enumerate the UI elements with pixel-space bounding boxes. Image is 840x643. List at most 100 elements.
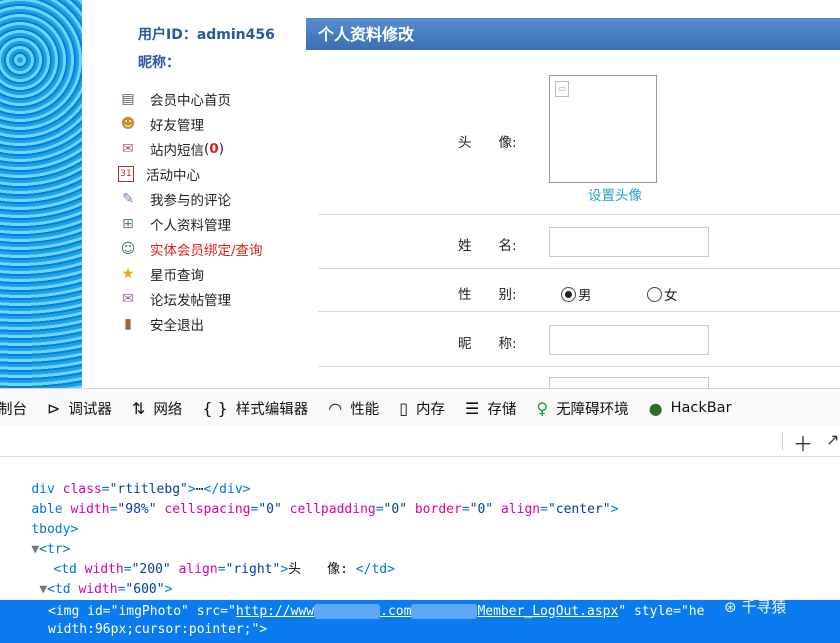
- markup-line[interactable]: tbody>: [0, 500, 78, 537]
- menu-item-label: 论坛发帖管理: [150, 292, 231, 309]
- tab-console[interactable]: 制台: [0, 398, 27, 419]
- menu-item-label: 会员中心首页: [150, 92, 231, 109]
- redacted-block: [314, 604, 381, 619]
- menu-item-messages[interactable]: ✉ 站内短信(0): [118, 136, 263, 161]
- add-node-icon[interactable]: ＋: [793, 428, 813, 457]
- divider: [0, 456, 840, 457]
- decorative-background: [0, 0, 82, 388]
- markup-line[interactable]: ▼<td width="600">: [8, 560, 172, 597]
- markup-line[interactable]: ▼<div>: [22, 580, 100, 617]
- selected-markup-node[interactable]: <img id="imgPhoto" src="http://www .com Me…: [0, 600, 840, 643]
- divider: [318, 311, 840, 312]
- td-text: 头 像:: [288, 562, 348, 577]
- markup-line[interactable]: ▼<tr>: [0, 520, 70, 557]
- avatar-label: 头 像:: [458, 135, 517, 151]
- menu-item-member-bind[interactable]: ☺ 实体会员绑定/查询: [118, 236, 263, 261]
- menu-item-label: 站内短信: [150, 142, 204, 159]
- profile-edit-panel: 个人资料修改 头 像: ▭ 设置头像 姓 名: 性 别: 男 女 昵 称:: [306, 18, 840, 388]
- markup-line[interactable]: <td width="200" align="right">头 像: </td>: [22, 540, 395, 577]
- hackbar-icon: ●: [648, 398, 663, 418]
- gender-label: 性 别:: [458, 287, 517, 303]
- panel-title: 个人资料修改: [306, 18, 840, 50]
- debugger-icon: ⊳: [47, 398, 61, 418]
- menu-item-home[interactable]: ▤ 会员中心首页: [118, 86, 263, 111]
- watermark: ⊛ 千寻猿: [724, 598, 787, 616]
- tab-performance[interactable]: ◠ 性能: [328, 398, 379, 419]
- tab-label: 性能: [350, 401, 380, 418]
- tab-accessibility[interactable]: ♀ 无障碍环境: [536, 398, 628, 419]
- tab-label: HackBar: [670, 400, 732, 416]
- user-id-label: 用户ID：admin456: [138, 27, 275, 43]
- accessibility-icon: ♀: [536, 398, 549, 418]
- menu-item-label: 个人资料管理: [150, 217, 231, 234]
- redacted-block: [411, 604, 478, 619]
- gender-male-radio[interactable]: 男: [561, 284, 592, 304]
- logout-door-icon: ▮: [124, 315, 132, 332]
- selected-line: width:96px;cursor:pointer;">: [48, 622, 268, 637]
- nickname-input[interactable]: [549, 325, 709, 355]
- message-count: 0: [209, 140, 219, 157]
- forum-icon: ✉: [122, 290, 134, 307]
- member-sidebar: 用户ID：admin456 昵称： ▤ 会员中心首页 ☻ 好友管理 ✉ 站内短信…: [82, 0, 306, 388]
- profile-icon: ⊞: [122, 215, 134, 232]
- divider: [318, 214, 840, 215]
- calendar-icon: 31: [118, 165, 134, 182]
- message-icon: ✉: [122, 140, 134, 157]
- menu-item-activity[interactable]: 31 活动中心: [118, 161, 263, 186]
- menu-item-label: 活动中心: [146, 167, 200, 184]
- menu-item-profile[interactable]: ⊞ 个人资料管理: [118, 211, 263, 236]
- menu-item-friends[interactable]: ☻ 好友管理: [118, 111, 263, 136]
- menu-item-label: 好友管理: [150, 117, 204, 134]
- friends-icon: ☻: [120, 115, 136, 132]
- broken-image-icon: ▭: [555, 81, 569, 97]
- next-field-input[interactable]: [549, 377, 709, 388]
- selected-line: <img id="imgPhoto" src="http://www .com Me…: [48, 604, 705, 619]
- gauge-icon: ◠: [328, 398, 343, 418]
- storage-icon: ☰: [465, 398, 480, 418]
- devtools-toolbar: 制台 ⊳ 调试器 ⇅ 网络 { } 样式编辑器 ◠ 性能 ▯ 内存 ☰ 存储 ♀…: [0, 388, 840, 428]
- menu-item-logout[interactable]: ▮ 安全退出: [118, 311, 263, 336]
- web-page-area: 用户ID：admin456 昵称： ▤ 会员中心首页 ☻ 好友管理 ✉ 站内短信…: [0, 0, 840, 388]
- divider: [318, 366, 840, 367]
- tab-debugger[interactable]: ⊳ 调试器: [47, 398, 112, 419]
- divider: [318, 268, 840, 269]
- tab-style-editor[interactable]: { } 样式编辑器: [202, 398, 308, 419]
- menu-item-stars[interactable]: ★ 星币查询: [118, 261, 263, 286]
- menu-item-label: 星币查询: [150, 267, 204, 284]
- radio-selected-icon: [561, 286, 576, 302]
- avatar-image[interactable]: ▭: [549, 75, 657, 183]
- tab-memory[interactable]: ▯ 内存: [399, 398, 445, 419]
- member-bind-icon: ☺: [120, 240, 136, 257]
- set-avatar-link[interactable]: 设置头像: [588, 184, 642, 204]
- tab-label: 调试器: [68, 401, 112, 418]
- name-label: 姓 名:: [458, 238, 517, 254]
- separator: [782, 432, 783, 450]
- gender-female-radio[interactable]: 女: [647, 284, 678, 304]
- markup-line[interactable]: able width="98%" cellspacing="0" cellpad…: [0, 480, 618, 517]
- radio-unselected-icon: [647, 286, 662, 302]
- markup-line[interactable]: div class="rtitlebg">⋯</div>: [0, 460, 250, 497]
- nickname-label: 昵称：: [138, 55, 180, 71]
- markup-view: div class="rtitlebg">⋯</div> able width=…: [0, 456, 840, 643]
- star-icon: ★: [121, 265, 135, 282]
- tab-storage[interactable]: ☰ 存储: [465, 398, 516, 419]
- menu-item-comments[interactable]: ✎ 我参与的评论: [118, 186, 263, 211]
- gender-male-label: 男: [578, 288, 592, 304]
- home-list-icon: ▤: [121, 90, 135, 107]
- network-arrows-icon: ⇅: [131, 398, 146, 418]
- menu-item-label: 安全退出: [150, 317, 204, 334]
- inspector-subtoolbar: ＋ ↗: [0, 426, 840, 457]
- tab-network[interactable]: ⇅ 网络: [132, 398, 182, 419]
- tab-label: 网络: [153, 401, 183, 418]
- memory-chip-icon: ▯: [399, 398, 409, 418]
- tab-label: 无障碍环境: [556, 401, 629, 418]
- menu-item-forum[interactable]: ✉ 论坛发帖管理: [118, 286, 263, 311]
- comment-icon: ✎: [122, 190, 134, 207]
- braces-icon: { }: [202, 398, 228, 418]
- tab-hackbar[interactable]: ● HackBar: [649, 399, 732, 418]
- member-menu: ▤ 会员中心首页 ☻ 好友管理 ✉ 站内短信(0) 31 活动中心 ✎ 我参与的…: [118, 86, 263, 336]
- name-input[interactable]: [549, 227, 709, 257]
- pick-element-icon[interactable]: ↗: [826, 430, 839, 449]
- nickname-field-label: 昵 称:: [458, 336, 517, 352]
- tab-label: 样式编辑器: [235, 401, 309, 418]
